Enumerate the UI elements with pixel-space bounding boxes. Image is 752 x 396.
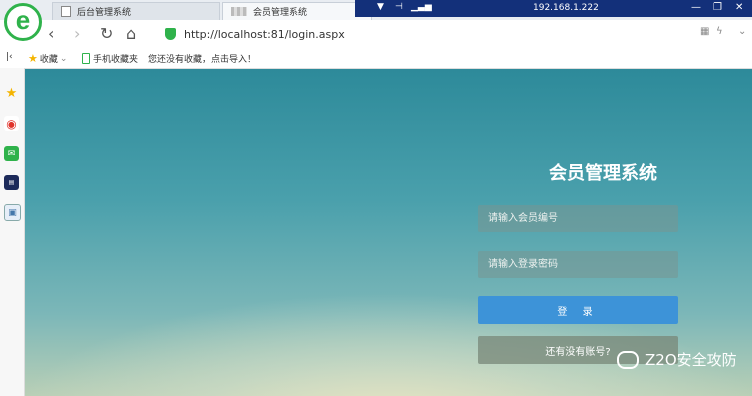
minimize-icon[interactable]: — [691, 2, 701, 13]
remote-desktop-bar: ▼ ⊣ ▁▃▅ 192.168.1.222 — ❐ ✕ [355, 0, 752, 17]
page-icon [61, 6, 71, 17]
back-icon[interactable]: ‹ [48, 24, 54, 43]
import-hint-link[interactable]: 您还没有收藏，点击导入！ [148, 52, 256, 65]
member-id-input[interactable] [478, 205, 678, 232]
bookmarks-bar: |‹ ★ 收藏 ⌄ 手机收藏夹 您还没有收藏，点击导入！ [0, 48, 752, 69]
wechat-icon [617, 350, 639, 369]
refresh-icon[interactable]: ↻ [100, 24, 113, 43]
note-icon[interactable]: ▣ [4, 204, 21, 221]
phone-icon [82, 53, 90, 64]
side-toolbar: ★ ◉ ✉ ▤ ▣ [0, 68, 25, 396]
import-hint-label: 您还没有收藏，点击导入！ [148, 55, 257, 65]
favorites-menu[interactable]: ★ 收藏 ⌄ [28, 52, 67, 65]
close-icon[interactable]: ✕ [735, 2, 743, 13]
address-bar[interactable]: http://localhost:81/login.aspx [165, 24, 745, 44]
page-title: 会员管理系统 [549, 163, 657, 184]
tab-label: 会员管理系统 [253, 8, 308, 18]
favicon-icon [231, 7, 247, 16]
weibo-icon[interactable]: ◉ [4, 116, 19, 131]
forward-icon[interactable]: › [74, 24, 80, 43]
home-icon[interactable]: ⌂ [126, 24, 136, 43]
address-row: ‹ › ↻ ⌂ http://localhost:81/login.aspx ▦… [0, 20, 752, 49]
watermark: Z2O安全攻防 [617, 349, 737, 370]
tab-admin[interactable]: 后台管理系统 [52, 2, 220, 20]
login-button[interactable]: 登 录 [478, 296, 678, 324]
mobile-favorites-link[interactable]: 手机收藏夹 [82, 52, 138, 65]
mail-icon[interactable]: ✉ [4, 146, 19, 161]
dropdown-icon[interactable]: ▼ [377, 2, 384, 12]
sidebar-toggle-icon[interactable]: |‹ [6, 52, 13, 62]
chevron-down-icon: ⌄ [59, 53, 68, 64]
password-input[interactable] [478, 251, 678, 278]
login-page: 会员管理系统 登 录 还有没有账号? Z2O安全攻防 [25, 69, 752, 396]
security-shield-icon [165, 28, 176, 40]
watermark-text: Z2O安全攻防 [645, 351, 737, 369]
mobile-favorites-label: 手机收藏夹 [93, 55, 139, 65]
favorites-star-icon[interactable]: ★ [4, 86, 19, 101]
tab-member[interactable]: 会员管理系统 [222, 2, 372, 20]
tab-strip: e 后台管理系统 会员管理系统 ▼ ⊣ ▁▃▅ 192.168.1.222 — … [0, 0, 752, 41]
url-text[interactable]: http://localhost:81/login.aspx [184, 28, 345, 41]
star-icon: ★ [28, 52, 38, 65]
browser-logo-icon[interactable]: e [4, 3, 42, 41]
restore-icon[interactable]: ❐ [713, 2, 722, 13]
pin-icon[interactable]: ⊣ [395, 2, 403, 12]
favorites-label: 收藏 [39, 55, 58, 65]
tab-label: 后台管理系统 [77, 8, 132, 18]
app-icon[interactable]: ▤ [4, 175, 19, 190]
lightning-icon[interactable]: ϟ [716, 26, 723, 37]
menu-chevron-icon[interactable]: ⌄ [738, 26, 746, 37]
signal-icon: ▁▃▅ [411, 2, 432, 12]
qr-icon[interactable]: ▦ [700, 26, 709, 37]
remote-ip: 192.168.1.222 [533, 3, 599, 13]
